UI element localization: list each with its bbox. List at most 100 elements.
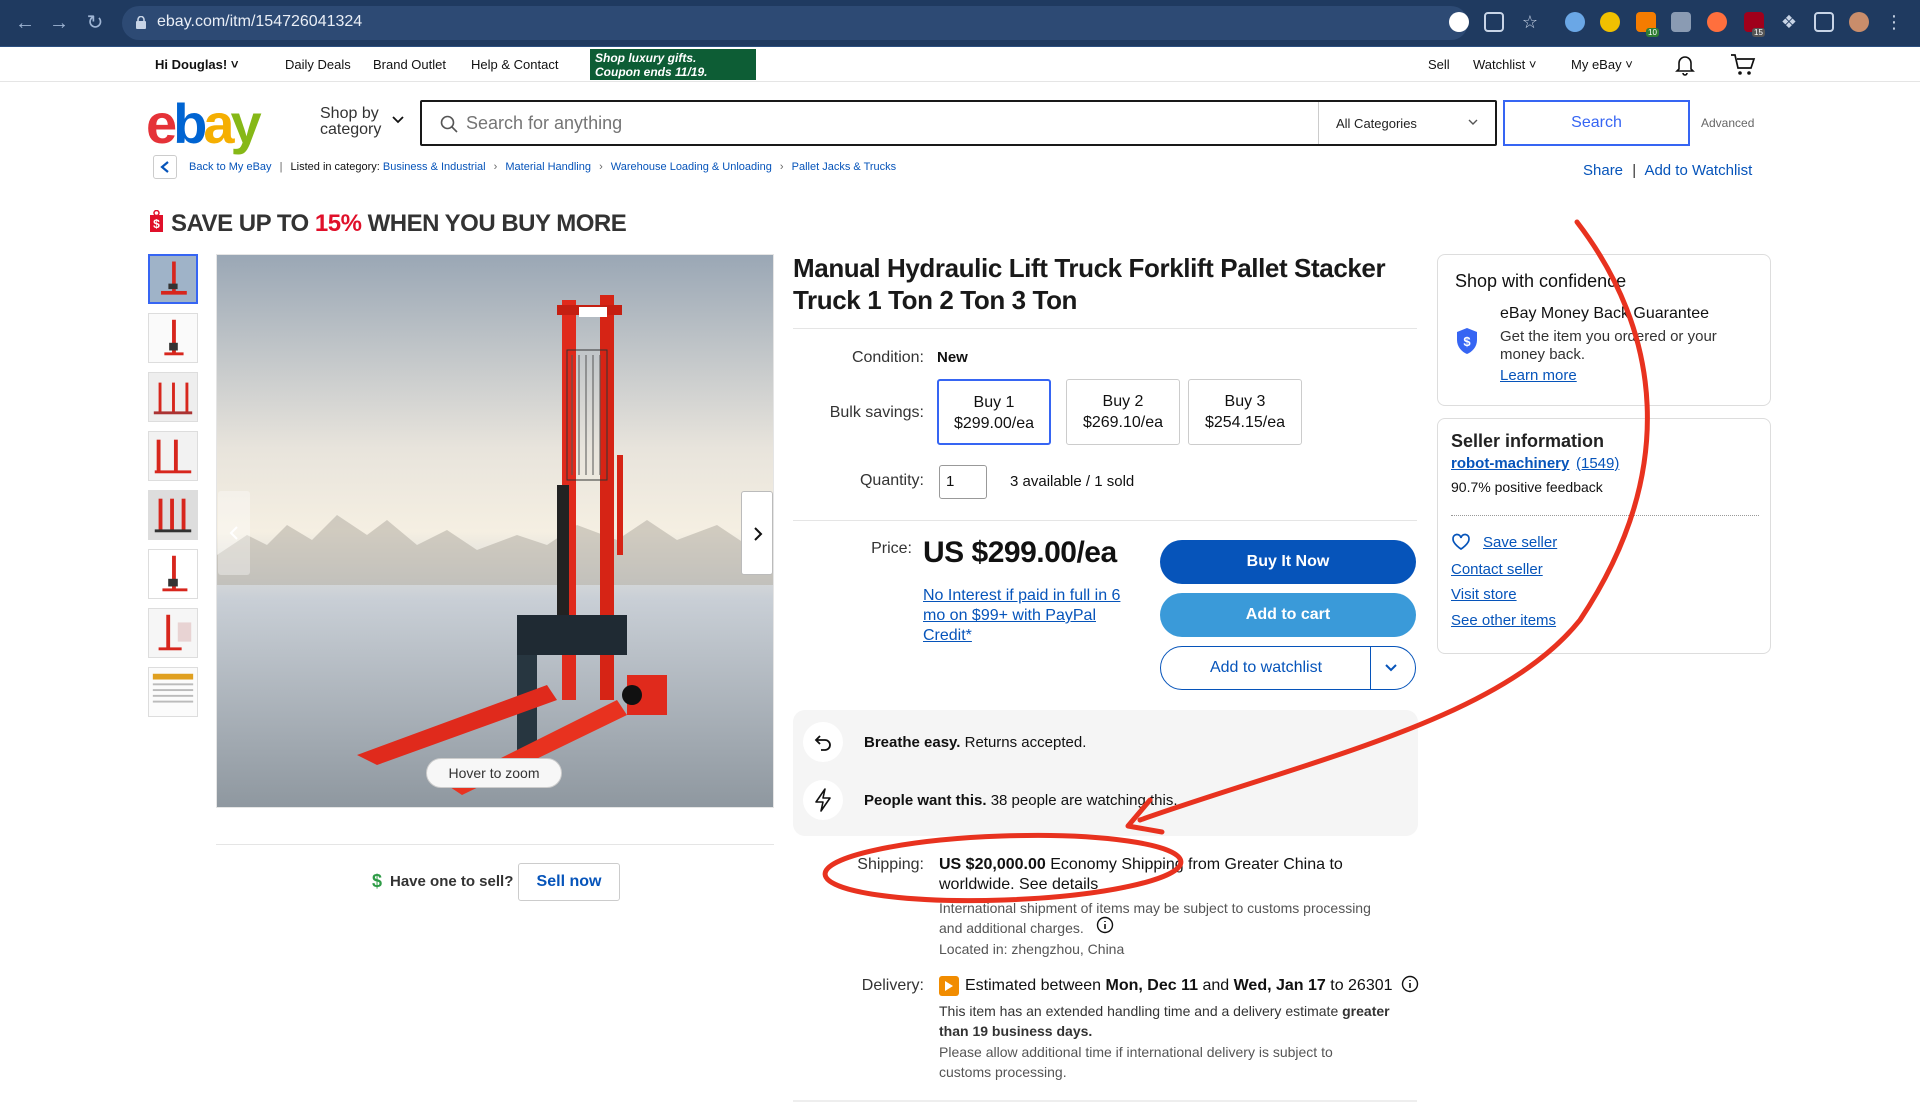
bulk-option-name: Buy 2: [1102, 393, 1144, 410]
bulk-option-buy-1[interactable]: Buy 1 $299.00/ea: [937, 379, 1051, 445]
thumbnail[interactable]: [148, 549, 198, 599]
main-product-image[interactable]: [216, 254, 774, 808]
sell-now-button[interactable]: Sell now: [518, 863, 620, 901]
chevron-left-icon: [229, 526, 238, 540]
banner-percent: 15%: [314, 210, 362, 237]
google-icon[interactable]: [1449, 12, 1469, 32]
buy-it-now-button[interactable]: Buy It Now: [1160, 540, 1416, 584]
share-icon[interactable]: [1484, 12, 1504, 32]
search-button[interactable]: Search: [1503, 100, 1690, 146]
chevron-down-icon[interactable]: [392, 114, 404, 126]
ebay-logo[interactable]: ebay: [146, 96, 262, 152]
sell-link[interactable]: Sell: [1428, 57, 1450, 72]
reload-icon[interactable]: ↻: [84, 12, 106, 34]
utility-bar: Hi Douglas! ˅ Daily Deals Brand Outlet H…: [0, 47, 1920, 82]
my-ebay-menu[interactable]: My eBay ˅: [1571, 57, 1633, 72]
bookmark-star-icon[interactable]: ☆: [1520, 12, 1540, 32]
category-select[interactable]: All Categories: [1336, 116, 1417, 131]
quantity-input[interactable]: 1: [939, 465, 987, 499]
shop-by-category[interactable]: Shop by category: [320, 106, 381, 138]
breadcrumb-item[interactable]: Material Handling: [505, 161, 591, 173]
visit-store-link[interactable]: Visit store: [1451, 586, 1517, 603]
puzzle-icon[interactable]: ❖: [1779, 12, 1799, 32]
greeting[interactable]: Hi Douglas! ˅: [155, 57, 238, 72]
info-icon[interactable]: [1096, 916, 1114, 934]
breadcrumb-item[interactable]: Warehouse Loading & Unloading: [611, 161, 772, 173]
address-bar[interactable]: ebay.com/itm/154726041324: [122, 6, 1468, 40]
watchers-bold: People want this.: [864, 792, 987, 809]
shipping-line-1: US $20,000.00 Economy Shipping from Grea…: [939, 856, 1343, 874]
watchlist-menu[interactable]: Watchlist ˅: [1473, 57, 1536, 72]
guarantee-desc-1: Get the item you ordered or your: [1500, 328, 1717, 345]
extension-honey-icon[interactable]: [1600, 12, 1620, 32]
shop-by-line-2: category: [320, 121, 382, 138]
seller-feedback-score[interactable]: (1549): [1576, 455, 1619, 472]
thumbnail[interactable]: [148, 254, 198, 304]
seller-positive-feedback: 90.7% positive feedback: [1451, 479, 1603, 495]
item-title: Manual Hydraulic Lift Truck Forklift Pal…: [793, 253, 1386, 315]
previous-image-button[interactable]: [218, 491, 250, 575]
divider: [216, 844, 774, 845]
promo-line-1: Shop luxury gifts.: [595, 51, 697, 65]
contact-seller-link[interactable]: Contact seller: [1451, 561, 1543, 578]
promo-banner[interactable]: Shop luxury gifts. Coupon ends 11/19.: [590, 49, 756, 80]
guarantee-title: eBay Money Back Guarantee: [1500, 305, 1710, 322]
thumbnail[interactable]: [148, 490, 198, 540]
sidebar-icon[interactable]: [1814, 12, 1834, 32]
chevron-down-icon[interactable]: [1384, 663, 1398, 673]
promo-line-2: Coupon ends 11/19.: [595, 65, 708, 79]
customs-note-1: International shipment of items may be s…: [939, 900, 1371, 916]
divider: [793, 1100, 1417, 1102]
search-icon: [440, 115, 458, 133]
seller-name-link[interactable]: robot-machinery: [1451, 455, 1569, 472]
chevron-down-icon[interactable]: [1468, 117, 1478, 127]
help-contact-link[interactable]: Help & Contact: [471, 57, 558, 72]
separator: |: [279, 161, 283, 173]
bulk-option-buy-3[interactable]: Buy 3 $254.15/ea: [1188, 379, 1302, 445]
cart-icon[interactable]: [1730, 53, 1756, 77]
breadcrumb-item[interactable]: Business & Industrial: [383, 161, 486, 173]
thumbnail[interactable]: [148, 667, 198, 717]
add-to-cart-button[interactable]: Add to cart: [1160, 593, 1416, 637]
forward-arrow-icon[interactable]: →: [48, 12, 70, 34]
seller-information-card: Seller information robot-machinery (1549…: [1437, 418, 1771, 654]
daily-deals-link[interactable]: Daily Deals: [285, 57, 351, 72]
learn-more-link[interactable]: Learn more: [1500, 367, 1577, 384]
extension-pin-icon[interactable]: [1565, 12, 1585, 32]
menu-icon[interactable]: ⋮: [1884, 12, 1904, 32]
back-arrow-icon[interactable]: ←: [14, 12, 36, 34]
item-location: Located in: zhengzhou, China: [939, 941, 1125, 957]
watchlist-split-divider: [1370, 647, 1371, 689]
see-other-items-link[interactable]: See other items: [1451, 612, 1556, 629]
search-input[interactable]: [466, 113, 1316, 134]
back-to-my-ebay-link[interactable]: Back to My eBay: [189, 161, 272, 173]
heart-icon[interactable]: [1451, 533, 1471, 551]
extension-fox-icon[interactable]: [1707, 12, 1727, 32]
paypal-credit-link[interactable]: No Interest if paid in full in 6 mo on $…: [923, 586, 1143, 646]
logo-letter-b: b: [173, 92, 207, 155]
next-image-button[interactable]: [741, 491, 773, 575]
bulk-option-price: $254.15/ea: [1204, 414, 1286, 431]
add-to-watchlist-button[interactable]: Add to watchlist: [1160, 646, 1416, 690]
extension-zip-icon[interactable]: [1671, 12, 1691, 32]
guarantee-desc-2: money back.: [1500, 346, 1586, 363]
add-to-watchlist-link[interactable]: Add to Watchlist: [1644, 162, 1752, 179]
confidence-title: Shop with confidence: [1455, 271, 1627, 291]
bulk-option-buy-2[interactable]: Buy 2 $269.10/ea: [1066, 379, 1180, 445]
thumbnail[interactable]: [148, 608, 198, 658]
thumbnail[interactable]: [148, 431, 198, 481]
info-icon[interactable]: [1401, 975, 1419, 993]
thumbnail[interactable]: [148, 313, 198, 363]
advanced-search-link[interactable]: Advanced: [1701, 116, 1754, 130]
brand-outlet-link[interactable]: Brand Outlet: [373, 57, 446, 72]
extension-badge: 10: [1646, 28, 1659, 37]
back-button[interactable]: [153, 155, 177, 179]
thumbnail[interactable]: [148, 372, 198, 422]
breadcrumb-item[interactable]: Pallet Jacks & Trucks: [792, 161, 897, 173]
divider: [793, 520, 1417, 521]
shipping-line-2[interactable]: worldwide. See details: [939, 876, 1098, 894]
share-link[interactable]: Share: [1583, 162, 1623, 179]
bell-icon[interactable]: [1675, 54, 1695, 76]
avatar[interactable]: [1849, 12, 1869, 32]
save-seller-link[interactable]: Save seller: [1483, 534, 1557, 551]
